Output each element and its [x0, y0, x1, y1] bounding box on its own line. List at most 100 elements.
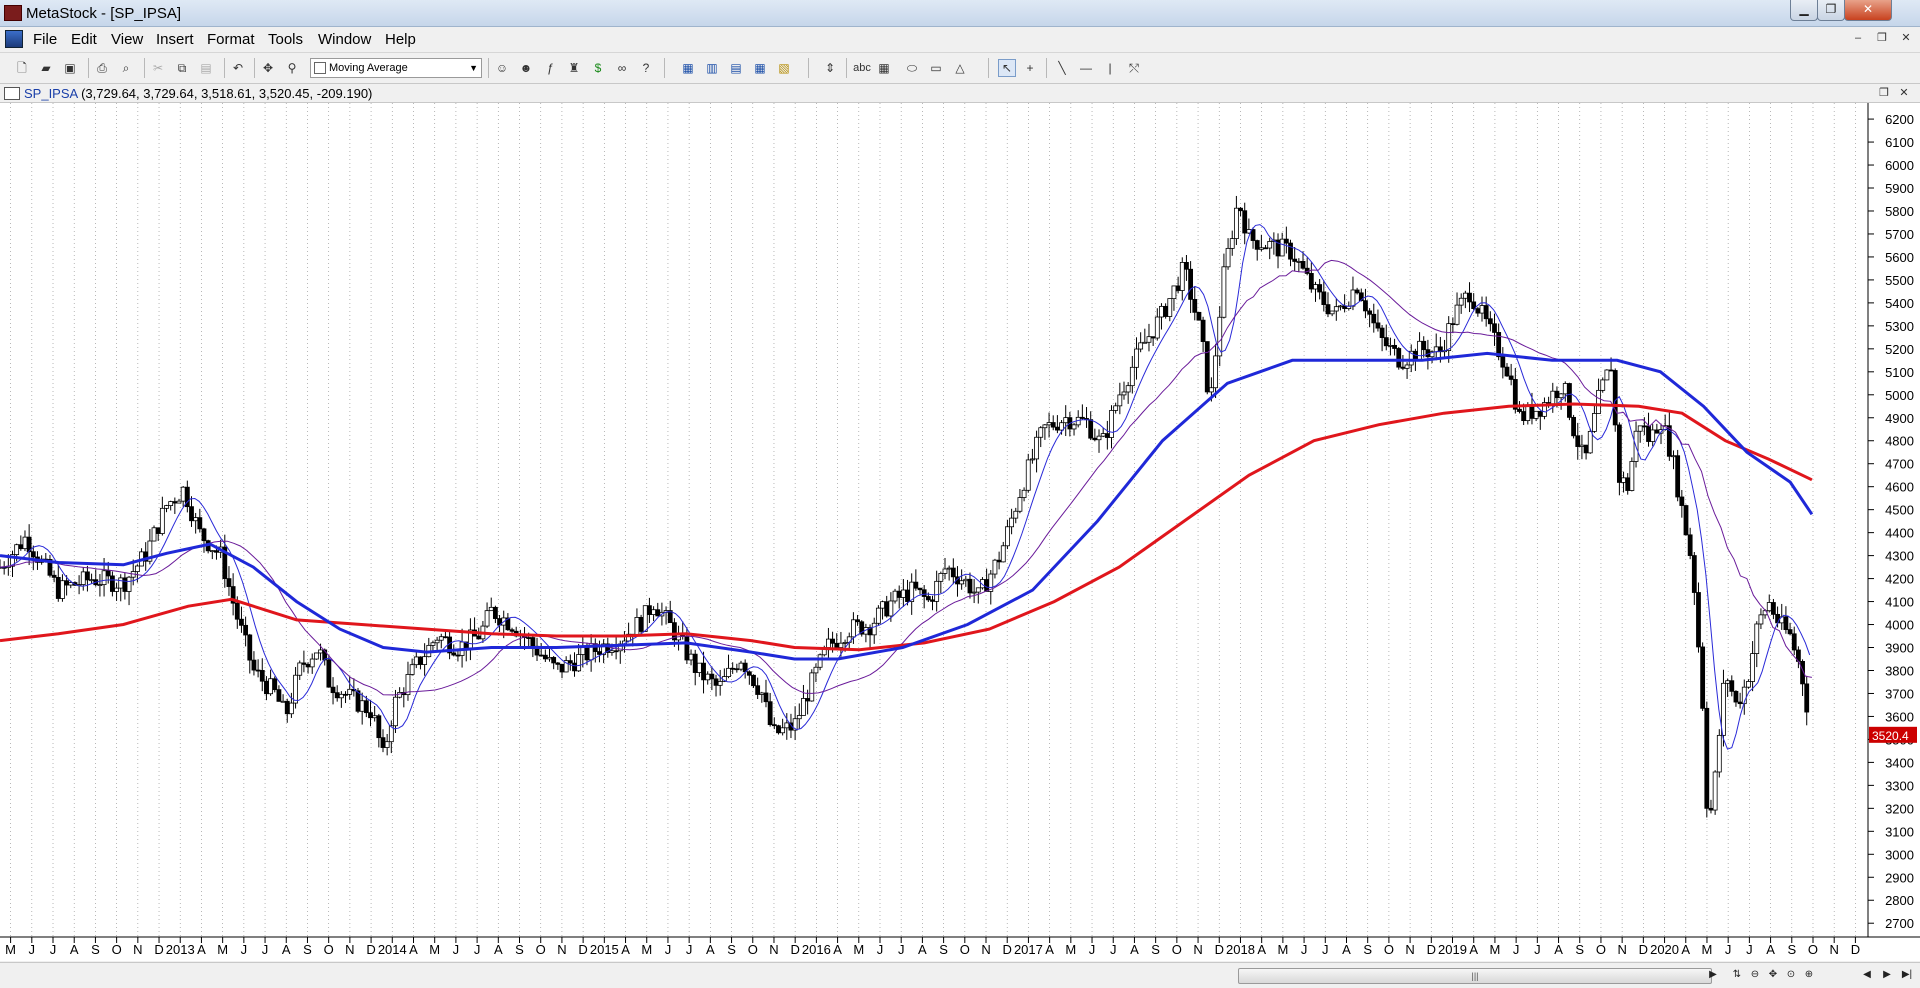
scroll-end-icon[interactable]: ▶| — [1900, 968, 1914, 982]
candle-body — [1163, 305, 1169, 317]
trendline-tool-icon[interactable]: ╲ — [1054, 60, 1070, 76]
candle-body — [301, 662, 307, 665]
mdi-close-icon[interactable]: ✕ — [1898, 30, 1914, 46]
candle-body — [1096, 435, 1102, 441]
scale-icon[interactable]: ⇕ — [822, 60, 838, 76]
layout-4-icon[interactable]: ▦ — [752, 60, 768, 76]
candle-body — [1625, 477, 1631, 491]
text-tool-icon[interactable]: abc — [852, 60, 872, 76]
scroll-left-icon[interactable]: ◀ — [1860, 968, 1874, 982]
dollar-icon[interactable]: $ — [590, 60, 606, 76]
candle-body — [1154, 316, 1160, 339]
layout-5-icon[interactable]: ▧ — [776, 60, 792, 76]
candle-body — [343, 693, 348, 696]
horizontal-scrollbar[interactable]: ||| ▶ ⇅ ⊖ ✥ ⊙ ⊕ ◀ ▶ ▶| — [0, 962, 1920, 988]
indicator-builder-icon[interactable]: ƒ — [542, 60, 558, 76]
menu-file[interactable]: File — [33, 31, 57, 48]
mdi-minimize-icon[interactable]: – — [1850, 30, 1866, 46]
x-tick-label: O — [536, 942, 546, 957]
document-icon[interactable] — [5, 30, 23, 48]
new-icon[interactable]: 🗋 — [14, 60, 30, 76]
candle-body — [355, 690, 361, 712]
scrollbar-thumb[interactable]: ||| — [1238, 968, 1712, 984]
ellipse-tool-icon[interactable]: ⬭ — [904, 60, 920, 76]
candle-body — [1646, 425, 1651, 442]
close-button[interactable]: ✕ — [1844, 0, 1892, 21]
y-tick-label: 5700 — [1885, 227, 1914, 242]
restore-button[interactable]: ❐ — [1817, 0, 1845, 21]
horizontal-line-icon[interactable]: — — [1078, 60, 1094, 76]
rectangle-tool-icon[interactable]: ▭ — [928, 60, 944, 76]
candle-body — [1671, 455, 1676, 458]
print-preview-icon[interactable]: ⌕ — [118, 60, 134, 76]
candle-body — [105, 570, 111, 577]
layout-1-icon[interactable]: ▦ — [680, 60, 696, 76]
binoculars-icon[interactable]: ∞ — [614, 60, 630, 76]
save-icon[interactable]: ▣ — [62, 60, 78, 76]
menu-edit[interactable]: Edit — [71, 31, 97, 48]
print-icon[interactable]: ⎙ — [94, 60, 110, 76]
x-tick-label: 2013 — [166, 942, 195, 957]
chart-window-icon[interactable] — [4, 87, 20, 100]
candle-body — [176, 500, 182, 504]
scroll-right-icon[interactable]: ▶ — [1880, 968, 1894, 982]
triangle-tool-icon[interactable]: △ — [952, 60, 968, 76]
system-tester-icon[interactable]: ♜ — [566, 60, 582, 76]
minimize-button[interactable]: ▁ — [1790, 0, 1818, 21]
y-tick-label: 2700 — [1885, 916, 1914, 931]
candle-body — [1196, 311, 1202, 321]
candle-body — [264, 680, 269, 695]
menu-format[interactable]: Format — [207, 31, 255, 48]
y-tick-label: 5300 — [1885, 319, 1914, 334]
expert-advisor-icon[interactable]: ☺ — [494, 60, 510, 76]
zoom-in-icon[interactable]: ⊕ — [1802, 968, 1816, 982]
paste-icon[interactable]: ▤ — [198, 60, 214, 76]
candle-body — [268, 678, 273, 695]
chart-restore-icon[interactable]: ❐ — [1876, 85, 1892, 101]
zoom-icon[interactable]: ⚲ — [284, 60, 300, 76]
candle-body — [1596, 389, 1601, 414]
price-chart[interactable]: 2700280029003000310032003300340035003600… — [0, 103, 1920, 961]
move-icon[interactable]: ✥ — [1766, 968, 1780, 982]
copy-icon[interactable]: ⧉ — [174, 60, 190, 76]
candle-body — [776, 725, 781, 734]
layout-3-icon[interactable]: ▤ — [728, 60, 744, 76]
menu-tools[interactable]: Tools — [268, 31, 303, 48]
crosshair-tool-icon[interactable]: + — [1022, 60, 1038, 76]
vertical-line-icon[interactable]: | — [1102, 60, 1118, 76]
grid-icon[interactable]: ▦ — [876, 60, 892, 76]
cut-icon[interactable]: ✂ — [150, 60, 166, 76]
candle-body — [542, 654, 548, 660]
undo-icon[interactable]: ↶ — [230, 60, 246, 76]
mdi-restore-icon[interactable]: ❐ — [1874, 30, 1890, 46]
pan-icon[interactable]: ⇅ — [1730, 968, 1744, 982]
crosshair-icon[interactable]: ✥ — [260, 60, 276, 76]
explorer-icon[interactable]: ☻ — [518, 60, 534, 76]
candle-body — [1479, 305, 1485, 314]
scroll-right-arrow-icon[interactable]: ▶ — [1706, 968, 1720, 982]
menu-help[interactable]: Help — [385, 31, 416, 48]
open-folder-icon[interactable]: ▰ — [38, 60, 54, 76]
fibonacci-tool-icon[interactable]: ⤲ — [1126, 60, 1142, 76]
layout-2-icon[interactable]: ▥ — [704, 60, 720, 76]
pointer-tool-icon[interactable]: ↖ — [998, 59, 1016, 77]
candle-body — [967, 578, 973, 594]
zoom-out-icon[interactable]: ⊖ — [1748, 968, 1762, 982]
candle-body — [875, 607, 881, 624]
menu-insert[interactable]: Insert — [156, 31, 194, 48]
menu-view[interactable]: View — [111, 31, 143, 48]
indicator-select[interactable]: Moving Average ▼ — [310, 58, 482, 78]
candle-body — [734, 668, 740, 671]
zoom-fit-icon[interactable]: ⊙ — [1784, 968, 1798, 982]
candle-body — [1487, 318, 1493, 325]
y-tick-label: 3800 — [1885, 663, 1914, 678]
candle-body — [443, 636, 448, 639]
candle-body — [971, 591, 977, 594]
help-pointer-icon[interactable]: ? — [638, 60, 654, 76]
y-tick-label: 5800 — [1885, 204, 1914, 219]
candle-body — [655, 609, 661, 617]
candle-body — [567, 660, 573, 664]
chart-close-icon[interactable]: ✕ — [1896, 85, 1912, 101]
menu-window[interactable]: Window — [318, 31, 371, 48]
window-title: MetaStock - [SP_IPSA] — [26, 5, 182, 22]
